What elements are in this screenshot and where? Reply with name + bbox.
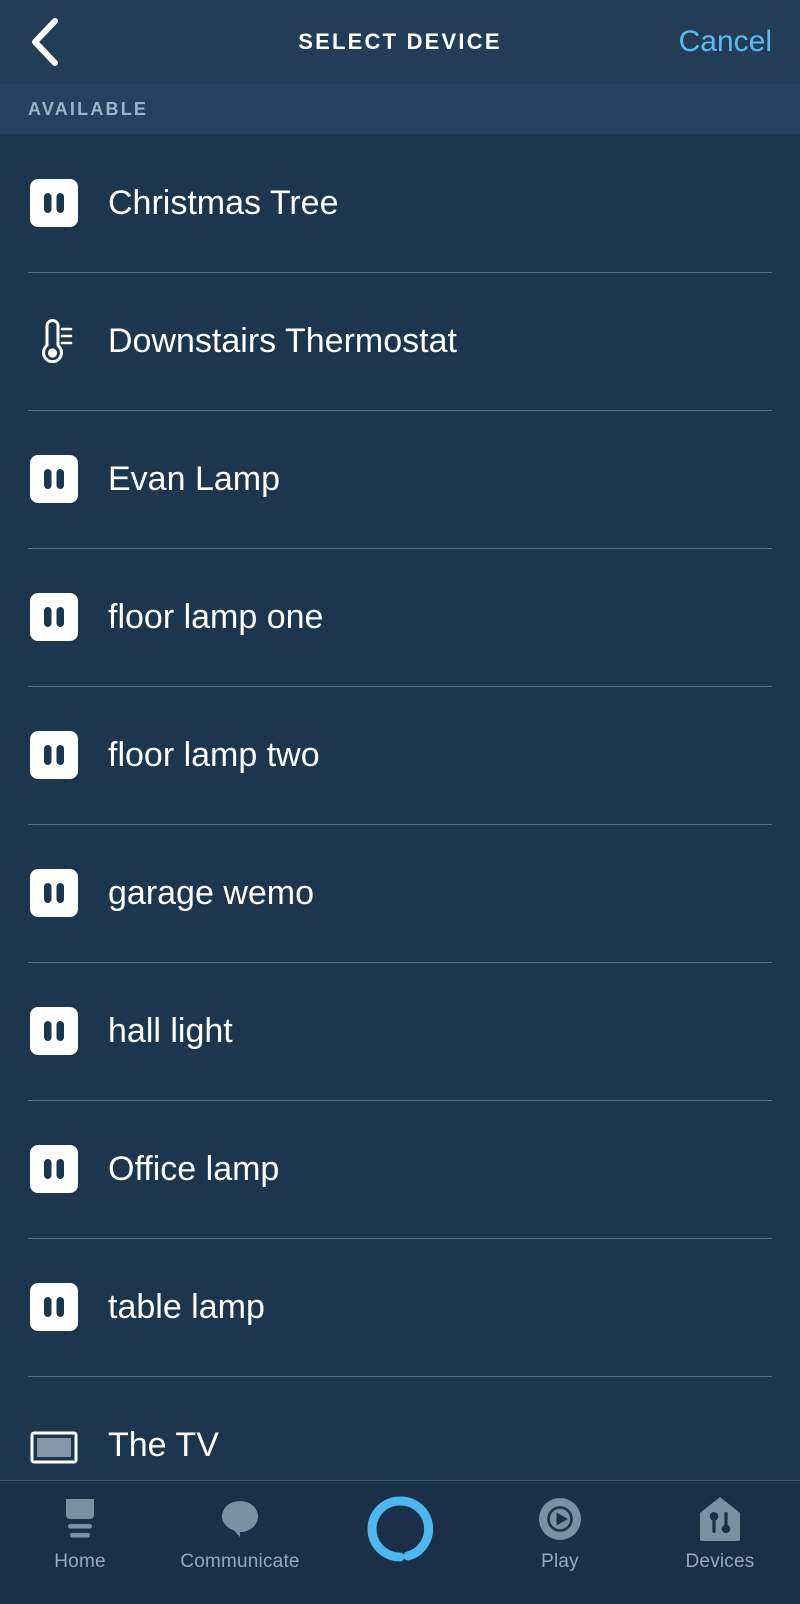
device-name: Downstairs Thermostat xyxy=(108,321,457,360)
device-name: Office lamp xyxy=(108,1149,280,1188)
speech-bubble-icon xyxy=(218,1491,262,1547)
list-item[interactable]: table lamp xyxy=(0,1238,800,1376)
smart-plug-icon xyxy=(28,453,80,505)
device-name: table lamp xyxy=(108,1287,265,1326)
alexa-ring-icon xyxy=(364,1491,436,1567)
nav-label-play: Play xyxy=(541,1551,579,1572)
nav-label-home: Home xyxy=(54,1551,106,1572)
chevron-left-icon xyxy=(28,16,62,68)
list-item[interactable]: garage wemo xyxy=(0,824,800,962)
smart-plug-icon xyxy=(28,1281,80,1333)
nav-label-devices: Devices xyxy=(685,1551,755,1572)
list-item[interactable]: Christmas Tree xyxy=(0,134,800,272)
devices-house-plug-icon xyxy=(697,1491,743,1547)
list-item[interactable]: Evan Lamp xyxy=(0,410,800,548)
smart-plug-icon xyxy=(28,591,80,643)
nav-label-communicate: Communicate xyxy=(180,1551,300,1572)
smart-plug-icon xyxy=(28,1143,80,1195)
header-bar: SELECT DEVICE Cancel xyxy=(0,0,800,84)
nav-item-play[interactable]: Play xyxy=(480,1491,640,1573)
section-header-label: AVAILABLE xyxy=(28,98,149,119)
device-name: floor lamp two xyxy=(108,735,320,774)
bottom-navigation-bar: Home Communicate Play Devices xyxy=(0,1480,800,1604)
device-name: Evan Lamp xyxy=(108,459,280,498)
device-name: hall light xyxy=(108,1011,233,1050)
device-name: garage wemo xyxy=(108,873,315,912)
smart-plug-icon xyxy=(28,729,80,781)
nav-item-home[interactable]: Home xyxy=(0,1491,160,1573)
smart-plug-icon xyxy=(28,177,80,229)
back-button[interactable] xyxy=(28,12,88,72)
play-circle-icon xyxy=(537,1491,583,1547)
nav-item-devices[interactable]: Devices xyxy=(640,1491,800,1573)
device-list[interactable]: Christmas Tree Downstairs Thermostat Eva… xyxy=(0,134,800,1480)
nav-item-communicate[interactable]: Communicate xyxy=(160,1491,320,1573)
home-speaker-icon xyxy=(56,1491,104,1547)
device-name: The TV xyxy=(108,1425,219,1464)
device-name: Christmas Tree xyxy=(108,183,339,222)
list-item[interactable]: hall light xyxy=(0,962,800,1100)
cancel-button[interactable]: Cancel xyxy=(679,25,772,59)
smart-plug-icon xyxy=(28,1005,80,1057)
smart-plug-icon xyxy=(28,867,80,919)
list-item[interactable]: The TV xyxy=(0,1376,800,1480)
list-item[interactable]: Downstairs Thermostat xyxy=(0,272,800,410)
device-name: floor lamp one xyxy=(108,597,324,636)
list-item[interactable]: floor lamp one xyxy=(0,548,800,686)
thermostat-icon xyxy=(28,315,80,367)
tv-icon xyxy=(28,1419,80,1471)
list-item[interactable]: floor lamp two xyxy=(0,686,800,824)
list-item[interactable]: Office lamp xyxy=(0,1100,800,1238)
section-header-available: AVAILABLE xyxy=(0,84,800,134)
nav-item-alexa[interactable] xyxy=(320,1491,480,1571)
select-device-screen: SELECT DEVICE Cancel AVAILABLE Christmas… xyxy=(0,0,800,1604)
